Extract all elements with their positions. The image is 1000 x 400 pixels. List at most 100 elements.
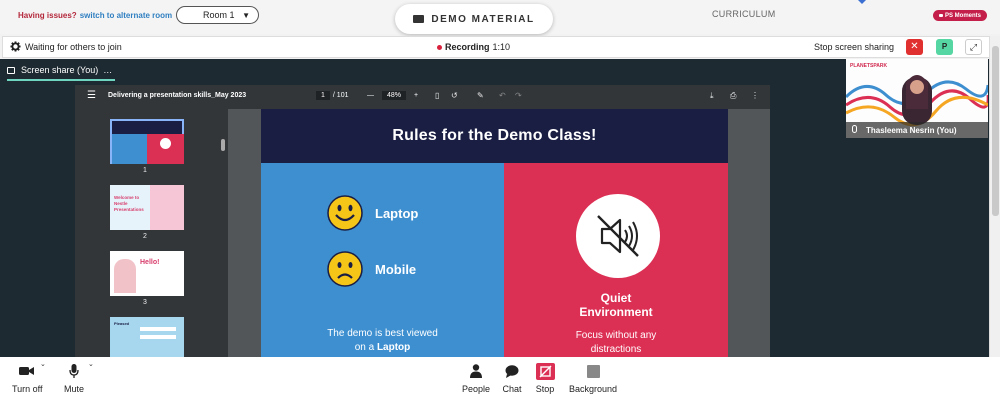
demo-material-button[interactable]: DEMO MATERIAL [395,4,553,34]
stop-sharing-label: Stop screen sharing [814,42,895,52]
background-button[interactable]: Background [569,363,617,394]
thumb-1-circle [160,138,171,149]
top-bar: Having issues? switch to alternate room R… [0,0,1000,34]
background-icon [583,363,603,379]
more-menu-icon[interactable]: ⋮ [751,91,759,100]
room-select-value: Room 1 [203,10,235,20]
rotate-icon[interactable]: ↺ [451,91,458,100]
microphone-icon [64,363,84,379]
zoom-input[interactable]: 48% [382,91,407,100]
thumbnail-number: 3 [143,299,147,306]
slide-header: Rules for the Demo Class! [261,109,728,163]
right-title-2: Environment [579,305,653,319]
annotate-icon[interactable]: ✎ [477,91,484,100]
more-options-icon[interactable]: … [103,65,113,75]
mute-button[interactable]: Mute [64,363,84,394]
thumbnail-page-2[interactable]: Welcome to Nestle Presentations [110,185,184,230]
ps-moments-button[interactable]: PS Moments [933,10,987,21]
page-scrollbar-thumb[interactable] [992,46,999,216]
share-tab-bar: Screen share (You) … [0,59,989,81]
curriculum-indicator-icon [858,0,866,4]
monitor-icon [7,66,15,74]
ps-moments-label: PS Moments [944,12,981,19]
mute-circle [576,194,660,278]
quiet-environment-title: Quiet Environment [504,291,728,319]
thumbnail-scrollbar[interactable] [221,139,225,151]
curriculum-tab[interactable]: CURRICULUM [712,9,776,19]
undo-icon[interactable]: ↶ [499,91,506,100]
left-panel-note: The demo is best viewed on a Laptop [261,327,504,355]
quiet-environment-subtitle: Focus without any distractions [504,329,728,357]
thumbnail-page-4[interactable]: Pleased [110,317,184,362]
note-line-2-bold: Laptop [376,342,411,353]
participant-name-label: Thasleema Nesrin (You) [866,125,957,135]
demo-material-label: DEMO MATERIAL [431,13,535,25]
switch-room-link[interactable]: switch to alternate room [80,11,172,20]
chat-bubble-icon [502,363,522,379]
waiting-status: Waiting for others to join [25,42,122,52]
pdf-viewer: ☰ Delivering a presentation skills_May 2… [75,85,770,362]
zoom-control: — 48% + [367,91,418,100]
gear-icon[interactable] [10,41,21,52]
page-input[interactable]: 1 [316,91,330,100]
tab-screen-share[interactable]: Screen share (You) … [7,65,113,75]
fullscreen-button[interactable]: ⤢ [965,39,982,55]
participant-avatar[interactable]: P [936,39,953,55]
issues-notice: Having issues? switch to alternate room [18,11,172,20]
camera-small-icon [938,14,943,17]
note-line-2-prefix: on a [354,342,375,353]
camera-options-chevron-icon[interactable]: ⌄ [40,360,46,368]
mic-options-chevron-icon[interactable]: ⌄ [88,360,94,368]
slide-title: Rules for the Demo Class! [392,127,597,144]
stop-share-button[interactable]: Stop [535,362,555,394]
option-mobile: Mobile [327,251,416,287]
camera-toggle-button[interactable]: Turn off [12,363,43,394]
recording-indicator: Recording 1:10 [437,42,510,52]
right-sub-2: distractions [590,344,642,355]
page-scrollbar[interactable] [989,36,1000,357]
slide-left-panel: Laptop Mobile The demo is best viewed on… [261,163,504,357]
thumb-2-block [150,185,184,230]
people-label: People [462,384,491,394]
folder-icon [413,15,425,23]
thumb-4-line [140,327,176,331]
option-laptop: Laptop [327,195,418,231]
thumbnail-number: 1 [143,167,147,174]
zoom-out-icon[interactable]: — [367,92,374,99]
thumb-3-figure [114,259,136,293]
download-icon[interactable]: ⤓ [710,91,714,101]
thumbnail-number: 2 [143,233,147,240]
participant-name: Thasleema Nesrin (You) [846,122,988,138]
option-laptop-label: Laptop [375,205,419,221]
note-line-2: on a Laptop [261,341,504,355]
thumbnail-page-3[interactable]: Hello! [110,251,184,296]
thumb-2-text: Welcome to Nestle Presentations [114,195,144,212]
thumbnail-page-1[interactable] [110,119,184,164]
stop-sharing-button[interactable]: ✕ [906,39,923,55]
issues-label: Having issues? [18,11,77,20]
close-icon: ✕ [910,41,919,52]
slide-page-1: Rules for the Demo Class! Laptop Mobile … [261,109,728,357]
brand-logo-text: PLANETSPARK [850,63,888,69]
right-sub-1: Focus without any [575,330,657,341]
note-line-1: The demo is best viewed [327,328,438,339]
self-video-tile[interactable]: PLANETSPARK Thasleema Nesrin (You) [846,59,988,138]
fit-page-icon[interactable]: ▯ [435,91,439,100]
redo-icon[interactable]: ↷ [515,91,522,100]
stop-label: Stop [535,384,555,394]
pdf-title: Delivering a presentation skills_May 202… [108,92,247,99]
page-indicator: 1 / 101 [316,91,348,100]
room-select[interactable]: Room 1 ▼ [176,6,259,24]
print-icon[interactable]: ⎙ [730,91,736,101]
zoom-in-icon[interactable]: + [414,92,418,99]
chat-button[interactable]: Chat [502,363,522,394]
control-bar: Turn off ⌄ Mute ⌄ People Chat Stop Backg… [0,357,1000,400]
caret-down-icon: ▼ [242,11,250,20]
people-button[interactable]: People [462,363,490,394]
menu-icon[interactable]: ☰ [87,90,96,101]
thumb-4-text: Pleased [114,321,130,326]
slide-right-panel: Quiet Environment Focus without any dist… [504,163,728,357]
recording-label: Recording [445,42,490,52]
stop-share-icon [535,362,555,380]
pdf-toolbar: ☰ Delivering a presentation skills_May 2… [75,85,770,109]
